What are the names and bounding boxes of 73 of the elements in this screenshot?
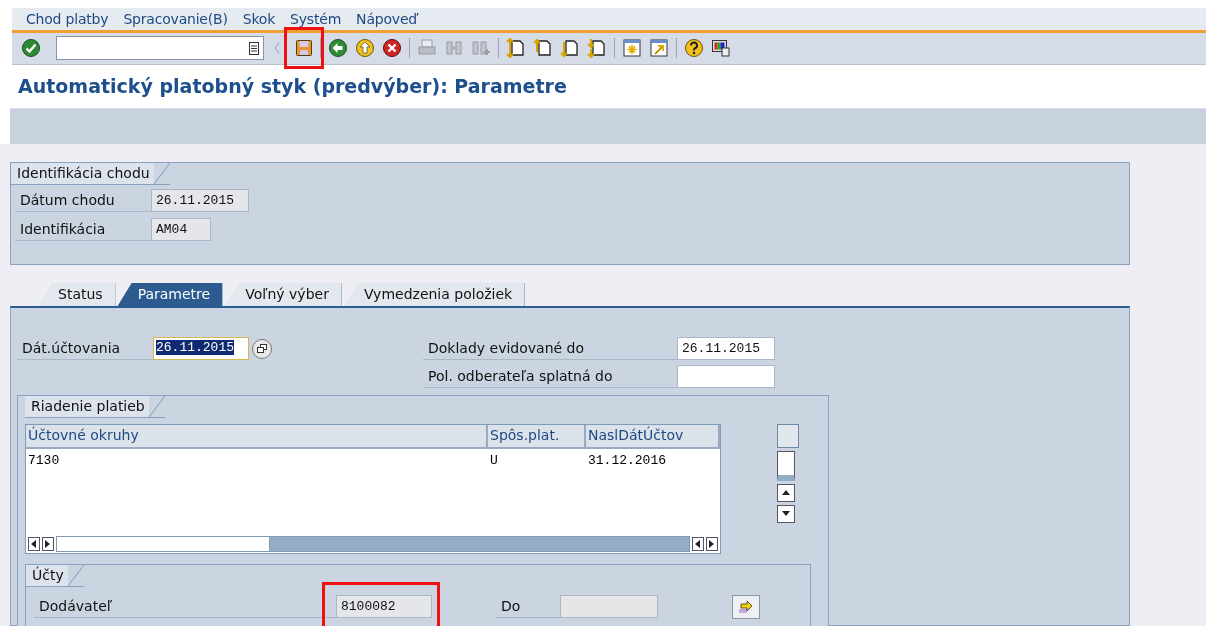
command-field[interactable] — [56, 36, 264, 61]
new-window-icon — [622, 38, 642, 59]
menu-item[interactable]: Spracovanie(B) — [123, 10, 228, 27]
column-header[interactable]: Účtovné okruhy — [26, 425, 488, 449]
page-up-arrow-icon — [533, 38, 553, 59]
scrollbar-thumb[interactable] — [777, 451, 795, 481]
up-arrow-button[interactable] — [354, 37, 376, 60]
input-field[interactable]: 8100082 — [336, 595, 432, 618]
scroll-right-button[interactable] — [706, 537, 718, 551]
screen-title: Automatický platobný styk (predvýber): Parametre — [18, 75, 567, 98]
table-cell-text: 31.12.2016 — [587, 452, 667, 468]
input-field[interactable]: AM04 — [151, 218, 211, 241]
table-cell-text: U — [489, 452, 499, 468]
group-title: Účty — [26, 565, 84, 587]
menu-item[interactable]: Systém — [290, 10, 342, 27]
back-button[interactable] — [327, 37, 349, 60]
monitor-icon — [711, 38, 731, 59]
input-field[interactable]: 26.11.2015 — [677, 337, 775, 360]
up-arrow-icon — [782, 490, 790, 496]
shortcut-button[interactable] — [648, 37, 670, 60]
windows-icon — [257, 344, 267, 353]
down-arrow-icon — [782, 511, 790, 517]
help-icon — [684, 38, 704, 59]
column-settings-button[interactable] — [777, 424, 799, 448]
tab[interactable]: Vymedzenia položiek — [343, 283, 526, 306]
scroll-up-button[interactable] — [777, 484, 795, 502]
right-arrow-icon — [709, 540, 715, 548]
value-help-button[interactable] — [252, 338, 272, 359]
page-up-arrows-icon — [506, 38, 526, 59]
scroll-left-button[interactable] — [692, 537, 704, 551]
scrollbar-track[interactable] — [56, 536, 690, 552]
tab[interactable]: Voľný výber — [225, 283, 342, 306]
page-down-arrow-icon — [560, 38, 580, 59]
scroll-left-button[interactable] — [28, 537, 40, 551]
tab[interactable]: Status — [38, 283, 116, 306]
dropdown-list-icon — [249, 41, 259, 55]
next-button[interactable] — [732, 594, 760, 619]
page-down-arrows-icon — [587, 38, 607, 59]
enter-button[interactable] — [20, 37, 42, 60]
input-field[interactable] — [677, 365, 775, 388]
help-button[interactable] — [683, 37, 705, 60]
right-arrow-icon — [45, 540, 51, 548]
left-arrow-icon — [31, 540, 37, 548]
page-down-arrows-button[interactable] — [586, 37, 608, 60]
left-arrow-icon — [695, 540, 701, 548]
scrollbar-thumb[interactable] — [57, 537, 270, 551]
back-icon — [328, 38, 348, 59]
field-label: Pol. odberateľa splatná do — [423, 365, 677, 388]
cancel-icon — [382, 38, 402, 59]
page-up-arrows-button[interactable] — [505, 37, 527, 60]
scroll-right-button[interactable] — [42, 537, 54, 551]
group-title: Riadenie platieb — [25, 396, 165, 418]
table-cell-text: 7130 — [27, 452, 61, 468]
new-window-button[interactable] — [621, 37, 643, 60]
menu-item[interactable]: Nápoveď — [356, 10, 417, 27]
group-title: Identifikácia chodu — [11, 163, 170, 185]
field-label: Doklady evidované do — [423, 337, 677, 360]
column-header[interactable]: Spôs.plat. — [488, 425, 586, 449]
page-down-arrow-button[interactable] — [559, 37, 581, 60]
enter-icon — [21, 38, 41, 59]
menu-item[interactable]: Chod platby — [26, 10, 109, 27]
field-label: Dodávateľ — [34, 595, 336, 618]
tab[interactable]: Parametre — [117, 283, 224, 306]
shortcut-icon — [649, 38, 669, 59]
scroll-down-button[interactable] — [777, 505, 795, 523]
right-arrow-icon — [738, 599, 754, 614]
save-icon — [294, 38, 314, 59]
monitor-button[interactable] — [710, 37, 732, 60]
input-field[interactable]: 26.11.2015 — [151, 189, 249, 212]
menu-item[interactable]: Skok — [242, 10, 276, 27]
column-header[interactable]: NaslDátÚčtov — [586, 425, 720, 449]
input-field[interactable]: 26.11.2015 — [153, 337, 249, 360]
cancel-button[interactable] — [381, 37, 403, 60]
